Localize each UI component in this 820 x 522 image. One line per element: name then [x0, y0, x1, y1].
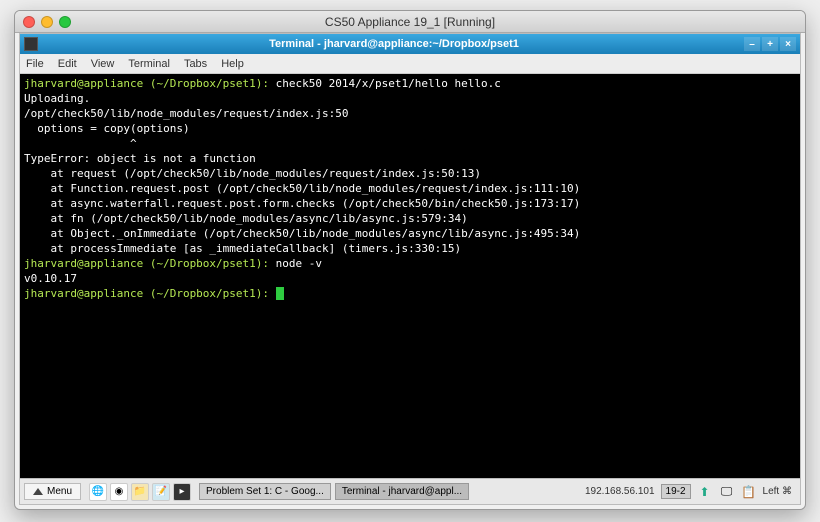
- close-icon[interactable]: [23, 16, 35, 28]
- menu-arrow-icon: [33, 488, 43, 495]
- traffic-lights: [23, 16, 71, 28]
- terminal-titlebar[interactable]: Terminal - jharvard@appliance:~/Dropbox/…: [20, 34, 800, 54]
- terminal-launcher-icon[interactable]: ▸: [173, 483, 191, 501]
- applications-menu-button[interactable]: Menu: [24, 483, 81, 500]
- window-close-button[interactable]: ×: [780, 37, 796, 51]
- network-icon[interactable]: ⬆: [697, 484, 713, 500]
- menu-tabs[interactable]: Tabs: [184, 58, 207, 70]
- menu-help[interactable]: Help: [221, 58, 244, 70]
- mac-window-title: CS50 Appliance 19_1 [Running]: [15, 15, 805, 29]
- window-maximize-button[interactable]: +: [762, 37, 778, 51]
- task-browser[interactable]: Problem Set 1: C - Goog...: [199, 483, 331, 500]
- workspace-indicator[interactable]: 19-2: [661, 484, 691, 499]
- menu-file[interactable]: File: [26, 58, 44, 70]
- task-terminal[interactable]: Terminal - jharvard@appl...: [335, 483, 469, 500]
- menu-view[interactable]: View: [91, 58, 115, 70]
- ip-address: 192.168.56.101: [585, 486, 655, 497]
- zoom-icon[interactable]: [59, 16, 71, 28]
- files-icon[interactable]: 📁: [131, 483, 149, 501]
- keyboard-indicator: Left ⌘: [763, 486, 792, 497]
- window-minimize-button[interactable]: –: [744, 37, 760, 51]
- mac-titlebar: CS50 Appliance 19_1 [Running]: [15, 11, 805, 33]
- display-icon[interactable]: 🖵: [719, 484, 735, 500]
- clipboard-icon[interactable]: 📋: [741, 484, 757, 500]
- guest-desktop: Terminal - jharvard@appliance:~/Dropbox/…: [19, 33, 801, 505]
- menu-label: Menu: [47, 486, 72, 497]
- vm-host-window: CS50 Appliance 19_1 [Running] Terminal -…: [14, 10, 806, 510]
- editor-icon[interactable]: 📝: [152, 483, 170, 501]
- chrome-icon[interactable]: ◉: [110, 483, 128, 501]
- menu-terminal[interactable]: Terminal: [128, 58, 170, 70]
- browser-icon[interactable]: 🌐: [89, 483, 107, 501]
- terminal-menubar: File Edit View Terminal Tabs Help: [20, 54, 800, 74]
- minimize-icon[interactable]: [41, 16, 53, 28]
- taskbar: Menu 🌐 ◉ 📁 📝 ▸ Problem Set 1: C - Goog..…: [20, 478, 800, 504]
- terminal-output[interactable]: jharvard@appliance (~/Dropbox/pset1): ch…: [20, 74, 800, 478]
- quick-launch: 🌐 ◉ 📁 📝 ▸: [85, 483, 195, 501]
- terminal-app-icon: [24, 37, 38, 51]
- terminal-title: Terminal - jharvard@appliance:~/Dropbox/…: [44, 38, 744, 50]
- menu-edit[interactable]: Edit: [58, 58, 77, 70]
- system-tray: 192.168.56.101 19-2 ⬆ 🖵 📋 Left ⌘: [585, 484, 796, 500]
